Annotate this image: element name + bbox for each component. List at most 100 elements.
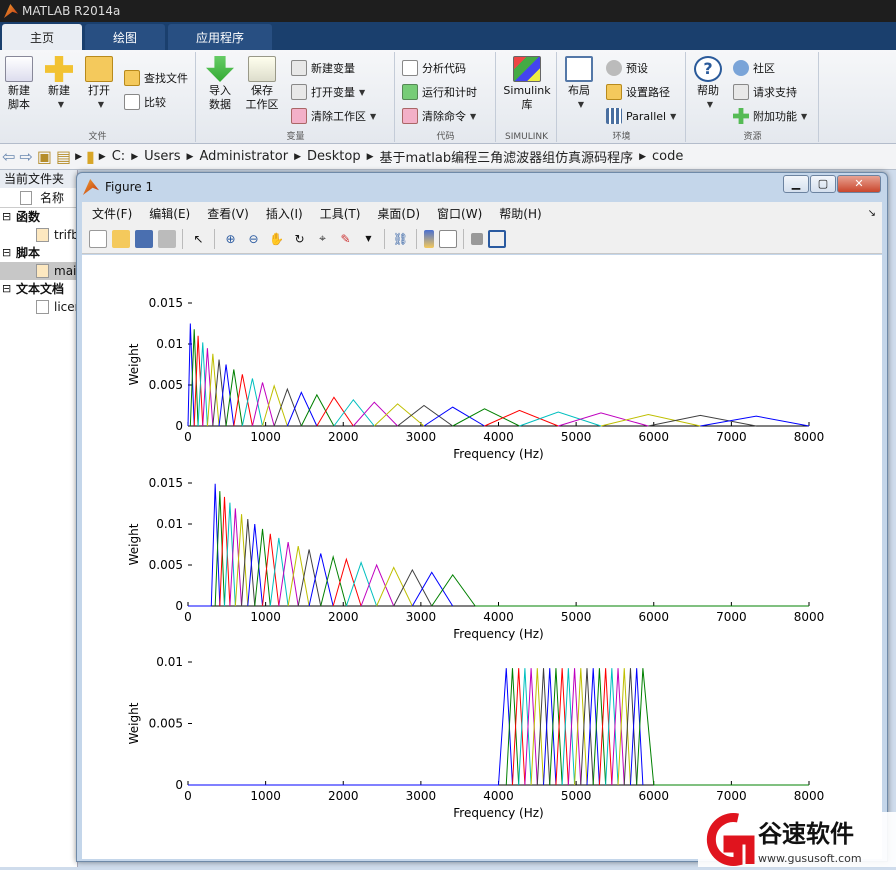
menu-view[interactable]: 查看(V) (207, 205, 249, 222)
layout-button[interactable]: 布局 ▼ (564, 56, 594, 112)
community-button[interactable]: 社区 (733, 60, 775, 76)
colorbar-icon[interactable] (423, 229, 434, 248)
breadcrumb-separator-icon: ▶ (131, 151, 139, 162)
new-script-button[interactable]: 新建 脚本 (4, 56, 34, 112)
minimize-button[interactable]: ▁ (783, 175, 809, 193)
preferences-button[interactable]: 预设 (606, 60, 648, 76)
legend-icon[interactable] (438, 229, 457, 248)
find-files-button[interactable]: 查找文件 (124, 70, 188, 86)
breadcrumb-project[interactable]: 基于matlab编程三角滤波器组仿真源码程序 (380, 147, 634, 166)
name-column-header[interactable]: 名称 (0, 188, 77, 208)
chevron-down-icon: ▼ (577, 100, 585, 109)
print-icon[interactable] (157, 229, 176, 248)
breadcrumb-administrator[interactable]: Administrator (199, 149, 288, 164)
clear-workspace-button[interactable]: 清除工作区 ▼ (291, 108, 376, 124)
new-figure-icon[interactable] (88, 229, 107, 248)
filter-line (286, 391, 318, 427)
add-ons-button[interactable]: 附加功能 ▼ (733, 108, 807, 124)
parallel-button[interactable]: Parallel ▼ (606, 108, 676, 124)
breadcrumb-separator-icon: ▶ (639, 151, 647, 162)
file-item[interactable]: license.txt (0, 298, 77, 316)
file-item[interactable]: main.m (0, 262, 77, 280)
breadcrumb-code[interactable]: code (652, 149, 683, 164)
tab-home[interactable]: 主页 (2, 24, 83, 50)
filter-line (233, 374, 253, 427)
filter-line (254, 528, 271, 607)
rotate-3d-icon[interactable]: ↻ (291, 230, 309, 248)
separator-icon: ▶ (75, 151, 82, 162)
menu-tools[interactable]: 工具(T) (320, 205, 361, 222)
zoom-out-icon[interactable]: ⊖ (245, 230, 263, 248)
hide-plot-tools-icon[interactable] (470, 232, 483, 245)
filter-line (452, 408, 520, 427)
filter-line (598, 668, 613, 786)
menu-insert[interactable]: 插入(I) (266, 205, 303, 222)
section-scripts[interactable]: 脚本 (0, 244, 77, 262)
analyze-code-button[interactable]: 分析代码 (402, 60, 466, 76)
set-path-button[interactable]: 设置路径 (606, 84, 670, 100)
address-bar[interactable]: ⇦ ⇨ ▣ ▤ ▶ ▮ ▶ C: ▶ Users ▶ Administrator… (0, 144, 896, 170)
help-button[interactable]: ? 帮助 ▼ (693, 56, 723, 112)
filter-line (543, 668, 557, 786)
filter-line (241, 519, 256, 607)
data-cursor-icon[interactable]: ⌖ (314, 230, 332, 248)
new-variable-button[interactable]: 新建变量 (291, 60, 355, 76)
menu-help[interactable]: 帮助(H) (499, 205, 541, 222)
figure-toolbar: ↖ ⊕ ⊖ ✋ ↻ ⌖ ✎ ▼ ⛓ (82, 224, 882, 254)
import-data-button[interactable]: 导入 数据 (205, 56, 235, 112)
menu-edit[interactable]: 编辑(E) (149, 205, 190, 222)
save-workspace-button[interactable]: 保存 工作区 (245, 56, 279, 112)
maximize-button[interactable]: ▢ (810, 175, 836, 193)
file-item[interactable]: trifbank.m (0, 226, 77, 244)
new-button[interactable]: 新建 ▼ (44, 56, 74, 112)
menu-desktop[interactable]: 桌面(D) (377, 205, 420, 222)
simulink-library-button[interactable]: Simulink 库 (501, 56, 553, 112)
y-tick-label: 0.005 (149, 378, 183, 392)
brush-icon[interactable]: ✎ (337, 230, 355, 248)
show-plot-tools-icon[interactable] (487, 229, 506, 248)
tab-apps[interactable]: 应用程序 (168, 24, 273, 50)
toolbar-divider (416, 228, 417, 249)
section-text-documents[interactable]: 文本文档 (0, 280, 77, 298)
menu-file[interactable]: 文件(F) (92, 205, 132, 222)
open-variable-icon (291, 84, 307, 100)
browse-folder-icon[interactable]: ▤ (56, 147, 71, 166)
breadcrumb-desktop[interactable]: Desktop (307, 149, 361, 164)
filter-line (555, 668, 569, 786)
open-file-icon[interactable] (111, 229, 130, 248)
plus-icon (45, 56, 73, 82)
back-arrow-icon[interactable]: ⇦ (2, 147, 15, 166)
pan-hand-icon[interactable]: ✋ (268, 230, 286, 248)
text-file-icon (36, 300, 49, 314)
request-support-button[interactable]: 请求支持 (733, 84, 797, 100)
run-and-time-button[interactable]: 运行和计时 (402, 84, 477, 100)
x-tick-label: 4000 (483, 789, 514, 803)
clear-commands-button[interactable]: 清除命令 ▼ (402, 108, 476, 124)
open-button[interactable]: 打开 ▼ (84, 56, 114, 112)
menu-window[interactable]: 窗口(W) (437, 205, 482, 222)
close-button[interactable]: ✕ (837, 175, 881, 193)
eraser-icon (291, 108, 307, 124)
pointer-icon[interactable]: ↖ (190, 230, 208, 248)
filter-line (617, 668, 631, 786)
add-on-plus-icon (733, 108, 749, 124)
breadcrumb-drive[interactable]: C: (112, 149, 125, 164)
figure-titlebar[interactable]: Figure 1 (77, 173, 887, 201)
up-folder-icon[interactable]: ▣ (37, 147, 52, 166)
x-tick-label: 4000 (483, 430, 514, 444)
compare-button[interactable]: 比较 (124, 94, 166, 110)
dock-arrow-icon[interactable]: ↘ (868, 208, 876, 219)
open-variable-button[interactable]: 打开变量 ▼ (291, 84, 365, 100)
figure-window[interactable]: Figure 1 ▁ ▢ ✕ 文件(F) 编辑(E) 查看(V) 插入(I) 工… (76, 172, 888, 862)
zoom-in-icon[interactable]: ⊕ (222, 230, 240, 248)
breadcrumb-users[interactable]: Users (144, 149, 180, 164)
chevron-down-icon[interactable]: ▼ (360, 230, 378, 248)
filter-line (300, 393, 335, 427)
tab-plots[interactable]: 绘图 (85, 24, 166, 50)
save-icon[interactable] (134, 229, 153, 248)
section-functions[interactable]: 函数 (0, 208, 77, 226)
link-plot-icon[interactable]: ⛓ (392, 230, 410, 248)
filter-line (636, 668, 655, 786)
forward-arrow-icon[interactable]: ⇨ (19, 147, 32, 166)
x-tick-label: 0 (184, 430, 192, 444)
